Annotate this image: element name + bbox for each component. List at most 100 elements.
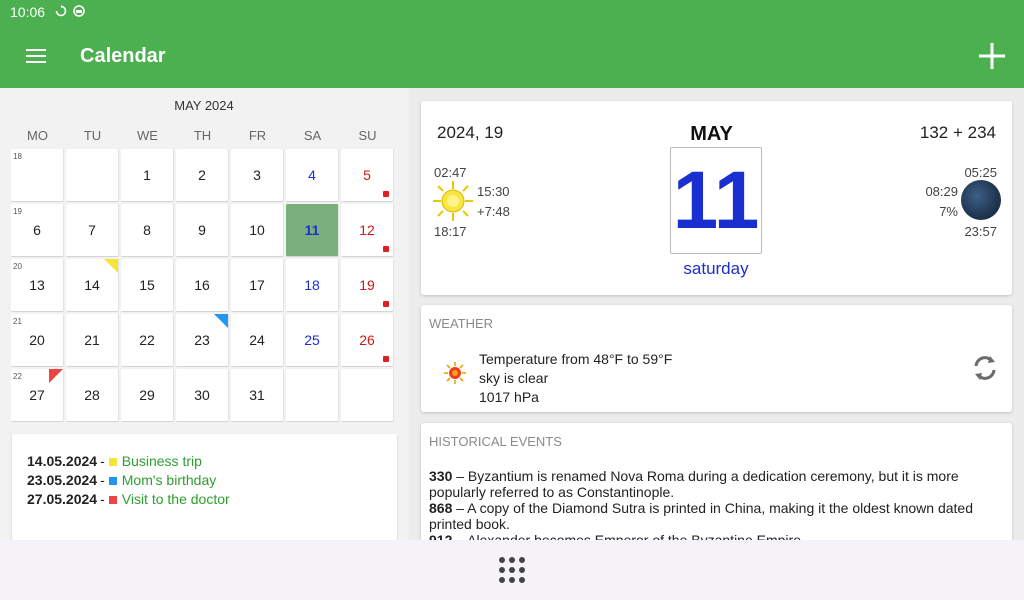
moon-transit-time: 08:29: [925, 184, 958, 199]
day-cell[interactable]: 22: [121, 314, 174, 367]
event-item[interactable]: 27.05.2024- Visit to the doctor: [27, 490, 382, 509]
weather-sky: sky is clear: [479, 370, 549, 386]
sync-icon: [55, 4, 67, 20]
event-marker-blue: [214, 314, 228, 328]
upcoming-events-card: 14.05.2024- Business trip 23.05.2024- Mo…: [12, 434, 397, 540]
day-cell[interactable]: 23: [176, 314, 229, 367]
event-date: 14.05.2024: [27, 453, 98, 469]
day-cell[interactable]: 21: [66, 314, 119, 367]
event-color-swatch: [108, 495, 117, 504]
historical-events-card: HISTORICAL EVENTS 330 – Byzantium is ren…: [421, 423, 1012, 540]
history-item: 912 – Alexander becomes Emperor of the B…: [429, 532, 989, 540]
day-cell[interactable]: 22 27: [11, 369, 64, 422]
day-cell[interactable]: 12: [341, 204, 394, 257]
refresh-icon: [974, 356, 996, 380]
weekday-header: MO TU WE TH FR SA SU: [10, 128, 395, 143]
history-year: 330: [429, 468, 453, 484]
day-cell[interactable]: 10: [231, 204, 284, 257]
event-dot: [383, 191, 389, 197]
day-cell[interactable]: 25: [286, 314, 339, 367]
weather-temperature: Temperature from 48°F to 59°F: [479, 351, 673, 367]
day-cell[interactable]: 31: [231, 369, 284, 422]
event-date: 23.05.2024: [27, 472, 98, 488]
weekday-label: SA: [303, 128, 322, 143]
day-cell[interactable]: 14: [66, 259, 119, 312]
today-cell[interactable]: 11: [286, 204, 339, 257]
day-cell[interactable]: 2: [176, 149, 229, 202]
day-cell[interactable]: 3: [231, 149, 284, 202]
week-number: 21: [13, 317, 22, 326]
app-drawer-button[interactable]: [499, 557, 525, 583]
plus-icon: [979, 43, 1005, 69]
history-text: – Alexander becomes Emperor of the Byzan…: [452, 532, 805, 540]
event-color-swatch: [108, 457, 117, 466]
day-cell[interactable]: 26: [341, 314, 394, 367]
history-text: – Byzantium is renamed Nova Roma during …: [429, 468, 959, 500]
event-item[interactable]: 14.05.2024- Business trip: [27, 452, 382, 471]
add-event-button[interactable]: [960, 24, 1024, 88]
day-details-panel: 2024, 19 MAY 132 + 234 11 saturday 02:47…: [410, 88, 1024, 540]
app-notification-icon: [73, 4, 85, 20]
day-cell[interactable]: 28: [66, 369, 119, 422]
weekday-label: TH: [193, 128, 212, 143]
day-cell[interactable]: 29: [121, 369, 174, 422]
event-label: Mom's birthday: [121, 472, 217, 488]
day-cell[interactable]: 1: [121, 149, 174, 202]
history-year: 868: [429, 500, 453, 516]
day-month: MAY: [690, 123, 733, 145]
day-cell[interactable]: [341, 369, 394, 422]
day-cell[interactable]: 5: [341, 149, 394, 202]
day-cell[interactable]: 17: [231, 259, 284, 312]
day-cell[interactable]: 9: [176, 204, 229, 257]
moonrise-time: 05:25: [964, 165, 997, 180]
day-cell[interactable]: 18: [286, 259, 339, 312]
day-cell[interactable]: 30: [176, 369, 229, 422]
day-cell[interactable]: 4: [286, 149, 339, 202]
day-cell[interactable]: 19 6: [11, 204, 64, 257]
day-cell[interactable]: 8: [121, 204, 174, 257]
day-cell[interactable]: 19: [341, 259, 394, 312]
month-panel: MAY 2024 MO TU WE TH FR SA SU 18 1 2 3 4…: [0, 88, 408, 540]
day-cell[interactable]: 15: [121, 259, 174, 312]
history-item: 868 – A copy of the Diamond Sutra is pri…: [429, 500, 989, 532]
event-dot: [383, 356, 389, 362]
history-list: 330 – Byzantium is renamed Nova Roma dur…: [429, 468, 989, 540]
weekday-label: SU: [358, 128, 377, 143]
day-cell[interactable]: 7: [66, 204, 119, 257]
day-cell[interactable]: 16: [176, 259, 229, 312]
weekday-name: saturday: [683, 259, 749, 278]
solar-noon-time: 15:30: [477, 184, 510, 199]
moon-illumination: 7%: [939, 204, 958, 219]
event-item[interactable]: 23.05.2024- Mom's birthday: [27, 471, 382, 490]
sunrise-time: 02:47: [434, 165, 467, 180]
system-navigation-bar: [0, 540, 1024, 600]
weekday-label: FR: [248, 128, 267, 143]
history-year: 912: [429, 532, 453, 540]
hamburger-icon: [26, 49, 46, 63]
day-cell[interactable]: 21 20: [11, 314, 64, 367]
week-number: 20: [13, 262, 22, 271]
day-cell[interactable]: 24: [231, 314, 284, 367]
month-title: MAY 2024: [174, 98, 234, 113]
day-cell[interactable]: 20 13: [11, 259, 64, 312]
day-cell[interactable]: [66, 149, 119, 202]
weekday-label: TU: [83, 128, 102, 143]
day-card: 2024, 19 MAY 132 + 234 11 saturday 02:47…: [421, 101, 1012, 295]
refresh-weather-button[interactable]: [970, 353, 1000, 388]
day-length-change: +7:48: [477, 204, 510, 219]
moon-phase-icon: [961, 180, 1001, 220]
event-label: Visit to the doctor: [121, 491, 230, 507]
app-drawer-icon: [499, 557, 505, 563]
day-number: 11: [670, 147, 762, 254]
app-bar: Calendar: [0, 24, 1024, 88]
day-cell[interactable]: [286, 369, 339, 422]
month-grid: 18 1 2 3 4 5 19 6 7 8 9 10 11 12 20 13 14 …: [10, 148, 398, 423]
history-text: – A copy of the Diamond Sutra is printed…: [429, 500, 973, 532]
weather-card: WEATHER Temperature from 48°F to 59°F sk…: [421, 305, 1012, 412]
weather-title: WEATHER: [429, 316, 494, 331]
day-cell[interactable]: 18: [11, 149, 64, 202]
event-marker-yellow: [104, 259, 118, 273]
menu-button[interactable]: [0, 24, 72, 88]
moonset-time: 23:57: [964, 224, 997, 239]
sunset-time: 18:17: [434, 224, 467, 239]
